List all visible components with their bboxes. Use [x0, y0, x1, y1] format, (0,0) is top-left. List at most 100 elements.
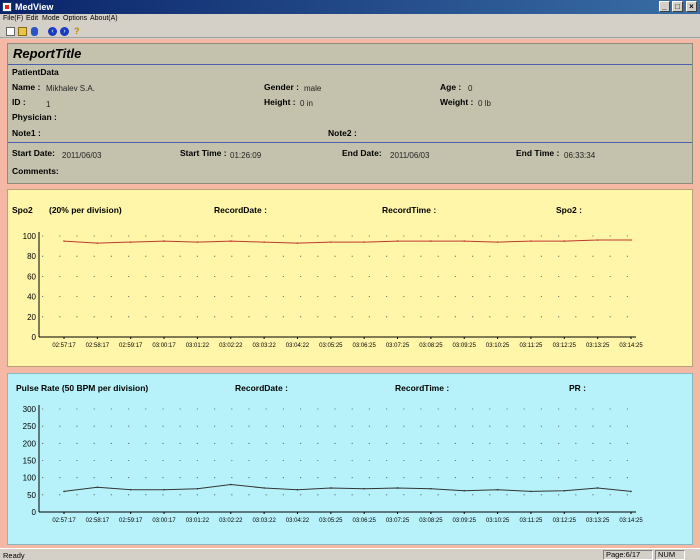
data-point: [430, 487, 432, 490]
y-tick-label: 60: [27, 272, 36, 281]
x-tick-label: 03:12:25: [553, 518, 577, 524]
end-date-value: 2011/06/03: [390, 151, 430, 160]
data-point: [630, 490, 632, 493]
data-point: [229, 483, 232, 486]
y-tick-label: 150: [23, 457, 37, 466]
height-value: 0 in: [300, 99, 313, 108]
age-label: Age :: [440, 82, 462, 92]
title-divider: [8, 64, 692, 65]
x-tick-label: 03:05:25: [319, 518, 343, 524]
y-tick-label: 50: [27, 491, 36, 500]
y-tick-label: 300: [23, 405, 37, 414]
menu-file[interactable]: File(F): [3, 15, 23, 22]
data-point: [229, 240, 232, 242]
data-point: [363, 487, 365, 490]
window-title: MedView: [15, 2, 54, 12]
x-tick-label: 03:01:22: [186, 343, 210, 349]
x-tick-label: 03:13:25: [586, 343, 610, 349]
x-tick-label: 02:57:17: [52, 343, 76, 349]
start-date-label: Start Date:: [12, 148, 55, 158]
minimize-button[interactable]: _: [659, 1, 670, 12]
close-button[interactable]: ×: [686, 1, 697, 12]
x-tick-label: 03:07:25: [386, 343, 410, 349]
status-page: Page:6/17: [603, 550, 653, 560]
x-tick-label: 03:04:22: [286, 343, 310, 349]
end-time-value: 06:33:34: [564, 151, 596, 160]
data-point: [330, 241, 332, 243]
next-page-icon[interactable]: ›: [60, 27, 69, 36]
x-tick-label: 03:10:25: [486, 343, 510, 349]
status-num: NUM: [655, 550, 685, 560]
x-tick-label: 03:06:25: [352, 518, 376, 524]
data-point: [263, 241, 265, 243]
x-tick-label: 03:11:25: [519, 343, 543, 349]
start-date-value: 2011/06/03: [62, 151, 102, 160]
y-tick-label: 80: [27, 252, 36, 261]
data-point: [563, 240, 566, 242]
y-tick-label: 200: [23, 439, 37, 448]
x-tick-label: 03:12:25: [553, 343, 577, 349]
menu-edit[interactable]: Edit: [26, 15, 38, 22]
open-icon[interactable]: [18, 27, 27, 36]
patient-panel: ReportTitle PatientData Name : Mikhalev …: [7, 43, 693, 184]
start-time-value: 01:26:09: [230, 151, 262, 160]
y-tick-label: 20: [27, 313, 36, 322]
y-tick-label: 0: [32, 508, 37, 517]
x-tick-label: 03:13:25: [586, 518, 610, 524]
y-tick-label: 40: [27, 293, 36, 302]
series-line: [63, 483, 632, 492]
data-point: [630, 239, 632, 241]
weight-value: 0 lb: [478, 99, 491, 108]
date-divider: [8, 142, 692, 143]
data-point: [63, 240, 65, 242]
data-point: [496, 241, 499, 243]
data-point: [430, 240, 432, 242]
x-tick-label: 03:06:25: [352, 343, 376, 349]
x-tick-label: 02:58:17: [86, 518, 110, 524]
menu-mode[interactable]: Mode: [42, 15, 60, 22]
x-tick-label: 03:01:22: [186, 518, 210, 524]
y-tick-label: 0: [32, 333, 37, 342]
status-ready: Ready: [3, 551, 25, 560]
data-point: [196, 241, 199, 243]
data-point: [530, 490, 532, 493]
height-label: Height :: [264, 97, 296, 107]
data-point: [563, 489, 566, 492]
menu-about[interactable]: About(A): [90, 15, 118, 22]
data-point: [496, 488, 499, 491]
data-point: [463, 489, 466, 492]
x-tick-label: 03:03:22: [252, 518, 276, 524]
data-point: [263, 487, 265, 489]
x-tick-label: 03:07:25: [386, 518, 410, 524]
data-point: [163, 240, 165, 242]
y-tick-label: 100: [23, 474, 37, 483]
y-tick-label: 100: [23, 232, 37, 241]
title-bar: MedView _ □ ×: [0, 0, 700, 14]
report-title: ReportTitle: [13, 46, 82, 61]
new-icon[interactable]: [6, 27, 15, 36]
data-point: [596, 239, 599, 241]
spo2-chart: 0 20 40 60 80 100 02:57:17 02:58:17 02:59:17 03:0…: [23, 232, 643, 349]
spo2-panel: Spo2 (20% per division) RecordDate : Rec…: [7, 189, 693, 367]
x-tick-label: 03:03:22: [252, 343, 276, 349]
prev-page-icon[interactable]: ‹: [48, 27, 57, 36]
help-icon[interactable]: ?: [74, 27, 83, 36]
print-icon[interactable]: [31, 27, 38, 36]
y-tick-label: 250: [23, 422, 37, 431]
data-point: [196, 487, 199, 490]
gender-value: male: [304, 84, 322, 93]
x-tick-label: 03:09:25: [453, 518, 477, 524]
x-tick-label: 03:02:22: [219, 343, 243, 349]
data-point: [363, 241, 365, 243]
menu-bar: File(F) Edit Mode Options About(A): [0, 14, 700, 25]
pulse-rate-panel: Pulse Rate (50 BPM per division) RecordD…: [7, 373, 693, 545]
x-tick-label: 03:11:25: [519, 518, 543, 524]
maximize-button[interactable]: □: [672, 1, 683, 12]
start-time-label: Start Time :: [180, 148, 227, 158]
x-tick-label: 03:04:22: [286, 518, 310, 524]
x-tick-label: 03:00:17: [152, 343, 176, 349]
menu-options[interactable]: Options: [63, 15, 87, 22]
data-point: [396, 487, 399, 489]
patient-section-label: PatientData: [12, 67, 59, 77]
data-point: [330, 487, 332, 489]
